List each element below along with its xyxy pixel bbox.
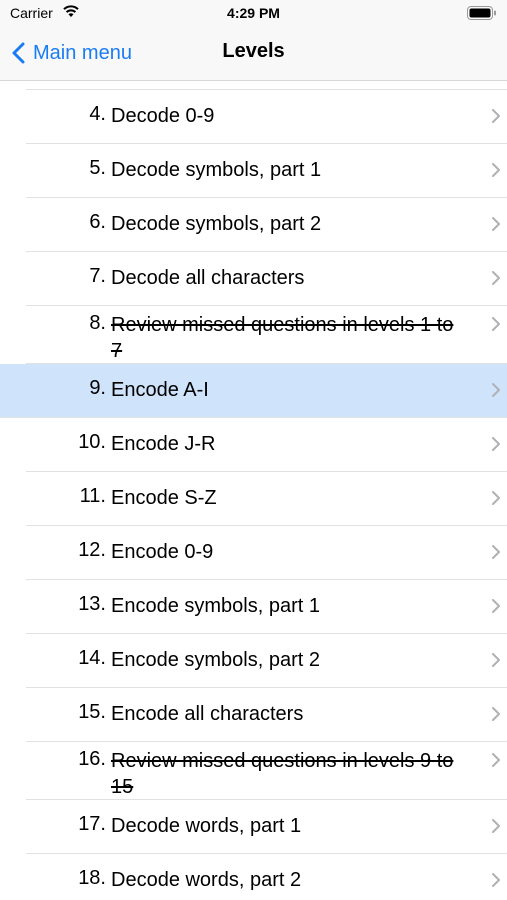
list-top-separator — [26, 81, 507, 90]
chevron-right-icon — [492, 217, 500, 231]
level-label: Decode all characters — [111, 267, 305, 289]
level-number: 11. — [79, 485, 106, 507]
chevron-right-icon — [492, 437, 500, 451]
chevron-right-icon — [492, 819, 500, 833]
level-number: 6. — [89, 211, 106, 233]
level-label: Decode words, part 2 — [111, 869, 302, 891]
level-number: 10. — [78, 431, 106, 453]
list-item-level[interactable]: 14. Encode symbols, part 2 — [26, 634, 507, 688]
battery-icon — [467, 6, 496, 20]
list-item-level[interactable]: 8. Review missed questions in levels 1 to… — [26, 306, 507, 364]
chevron-right-icon — [492, 491, 500, 505]
level-number: 14. — [78, 647, 106, 669]
level-label: Encode J-R — [111, 433, 216, 455]
level-number: 12. — [78, 539, 106, 561]
list-item-level[interactable]: 10. Encode J-R — [26, 418, 507, 472]
status-bar: Carrier 4:29 PM — [0, 0, 507, 28]
level-number: 17. — [78, 813, 106, 835]
level-label: Decode symbols, part 1 — [111, 159, 322, 181]
level-label: Encode S-Z — [111, 487, 217, 509]
levels-list[interactable]: 4. Decode 0-9 5. Decode symbols, part 1 6. De… — [0, 81, 507, 900]
level-label: Decode words, part 1 — [111, 815, 302, 837]
list-item-level[interactable]: 11. Encode S-Z — [26, 472, 507, 526]
level-label: Decode symbols, part 2 — [111, 213, 322, 235]
level-number: 15. — [78, 701, 106, 723]
chevron-right-icon — [492, 707, 500, 721]
level-number: 18. — [78, 867, 106, 889]
list-item-level[interactable]: 5. Decode symbols, part 1 — [26, 144, 507, 198]
level-number: 16. — [78, 748, 106, 770]
list-item-level[interactable]: 9. Encode A-I — [0, 364, 507, 418]
list-item-level[interactable]: 7. Decode all characters — [26, 252, 507, 306]
status-time: 4:29 PM — [227, 5, 280, 21]
list-item-level[interactable]: 4. Decode 0-9 — [26, 90, 507, 144]
chevron-right-icon — [492, 109, 500, 123]
level-number: 4. — [89, 103, 106, 125]
chevron-right-icon — [492, 599, 500, 613]
list-item-level[interactable]: 18. Decode words, part 2 — [26, 854, 507, 900]
list-item-level[interactable]: 13. Encode symbols, part 1 — [26, 580, 507, 634]
level-label: Encode symbols, part 1 — [111, 595, 320, 617]
chevron-right-icon — [492, 653, 500, 667]
level-label: Encode all characters — [111, 703, 304, 725]
list-item-level[interactable]: 15. Encode all characters — [26, 688, 507, 742]
list-item-level[interactable]: 17. Decode words, part 1 — [26, 800, 507, 854]
level-number: 8. — [89, 312, 106, 334]
chevron-right-icon — [492, 163, 500, 177]
chevron-right-icon — [492, 383, 500, 397]
chevron-right-icon — [492, 317, 500, 331]
level-number: 13. — [78, 593, 106, 615]
level-number: 5. — [89, 157, 106, 179]
level-label: Encode 0-9 — [111, 541, 214, 563]
list-item-level[interactable]: 12. Encode 0-9 — [26, 526, 507, 580]
level-label: Review missed questions in levels 1 to 7 — [111, 314, 454, 362]
level-number: 9. — [89, 377, 106, 399]
chevron-right-icon — [492, 753, 500, 767]
chevron-right-icon — [492, 271, 500, 285]
level-label: Encode A-I — [111, 379, 209, 401]
level-label: Review missed questions in levels 9 to 1… — [111, 750, 454, 798]
chevron-right-icon — [492, 873, 500, 887]
list-item-level[interactable]: 6. Decode symbols, part 2 — [26, 198, 507, 252]
list-item-level[interactable]: 16. Review missed questions in levels 9 t… — [26, 742, 507, 800]
level-label: Decode 0-9 — [111, 105, 215, 127]
page-title: Levels — [222, 40, 285, 62]
chevron-right-icon — [492, 545, 500, 559]
level-number: 7. — [89, 265, 106, 287]
navigation-bar: Main menu Levels — [0, 28, 507, 81]
level-label: Encode symbols, part 2 — [111, 649, 320, 671]
